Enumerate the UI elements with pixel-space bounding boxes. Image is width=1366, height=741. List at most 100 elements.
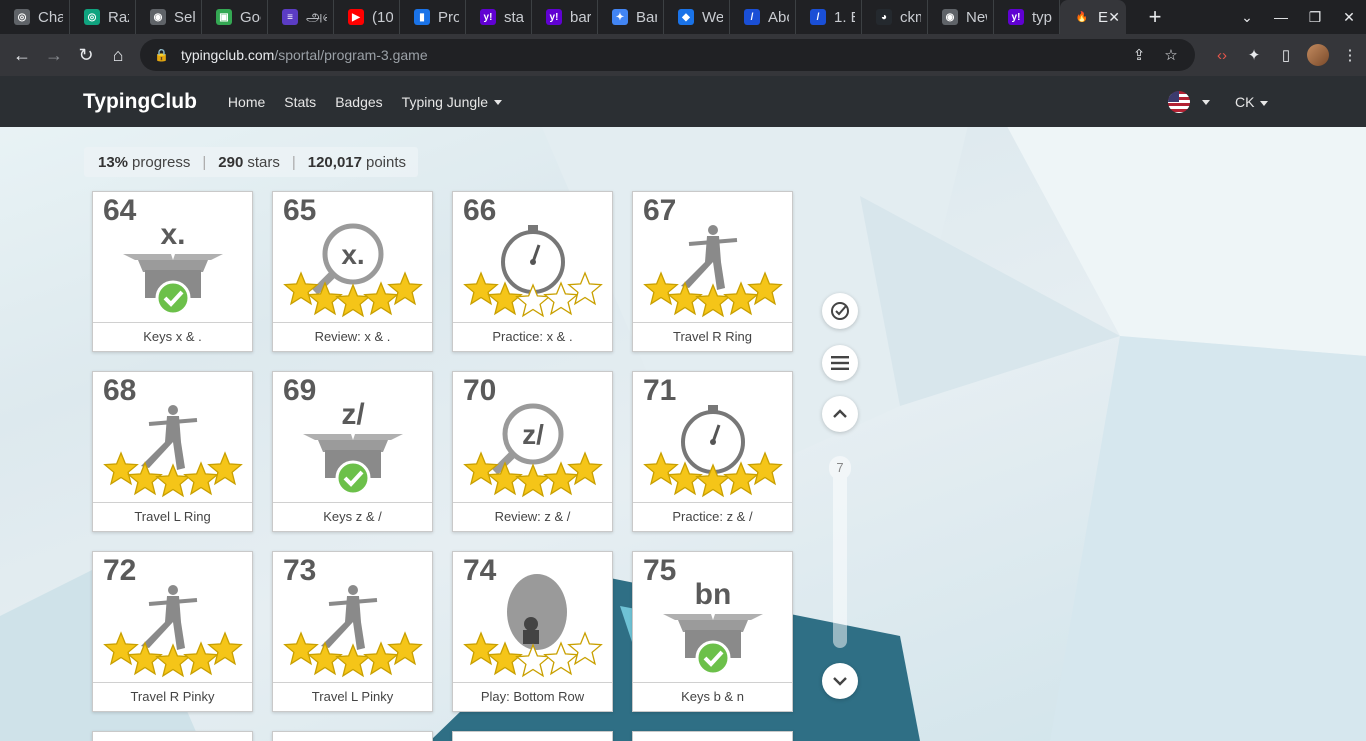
browser-tab[interactable]: ◆ Web xyxy=(664,0,730,34)
browser-tab[interactable]: ▶ (109 xyxy=(334,0,400,34)
tab-favicon-icon: / xyxy=(744,9,760,25)
star-icon xyxy=(207,451,243,486)
lesson-card[interactable]: 72 Travel R Pinky xyxy=(92,551,253,712)
check-progress-button[interactable] xyxy=(822,293,858,329)
address-bar[interactable]: 🔒 typingclub.com/sportal/program-3.game … xyxy=(140,39,1195,71)
home-icon[interactable]: ⌂ xyxy=(102,45,134,66)
lesson-card[interactable]: bn 75 Keys b & n xyxy=(632,551,793,712)
tab-favicon-icon: ◉ xyxy=(942,9,958,25)
lesson-card[interactable]: z/70 Review: z & / xyxy=(452,371,613,532)
lesson-card[interactable]: x. 64 Keys x & . xyxy=(92,191,253,352)
star-icon xyxy=(207,631,243,666)
lesson-card[interactable] xyxy=(272,731,433,741)
lesson-card[interactable]: x. 65 Review: x & . xyxy=(272,191,433,352)
side-panel-icon[interactable]: ▯ xyxy=(1270,46,1302,64)
lesson-illustration xyxy=(103,405,243,498)
browser-menu-icon[interactable]: ⋮ xyxy=(1334,46,1366,64)
nav-typing-jungle[interactable]: Typing Jungle xyxy=(402,94,503,110)
browser-tab[interactable]: y! typi xyxy=(994,0,1060,34)
brand-logo[interactable]: TypingClub xyxy=(83,90,197,114)
star-icon xyxy=(283,631,319,666)
scroll-down-button[interactable] xyxy=(822,663,858,699)
stopwatch-icon xyxy=(681,405,745,474)
close-tab-icon[interactable]: ✕ xyxy=(1108,9,1120,26)
star-icon xyxy=(335,283,371,318)
browser-tab[interactable]: ◕ ckm xyxy=(862,0,928,34)
tab-title: star xyxy=(504,8,525,26)
lesson-illustration: bn xyxy=(663,578,763,676)
lesson-illustration: x. xyxy=(123,218,223,316)
browser-tab[interactable]: ◉ Sele xyxy=(136,0,202,34)
lesson-number: 71 xyxy=(643,374,677,407)
lesson-label: Keys x & . xyxy=(93,322,252,351)
tab-search-icon[interactable]: ⌄ xyxy=(1230,9,1264,26)
browser-tab[interactable]: y! star xyxy=(466,0,532,34)
level-indicator[interactable]: 7 xyxy=(829,456,851,480)
maximize-icon[interactable]: ❐ xyxy=(1298,9,1332,26)
star-icon xyxy=(103,451,139,486)
star-icon xyxy=(567,451,603,486)
star-icon xyxy=(103,631,139,666)
lesson-card[interactable]: 67 Travel R Ring xyxy=(632,191,793,352)
chevron-down-icon xyxy=(494,100,503,106)
lesson-card[interactable]: z/69 Keys z & / xyxy=(272,371,433,532)
lesson-label: Travel R Ring xyxy=(633,322,792,351)
lesson-card[interactable]: 74 Play: Bottom Row xyxy=(452,551,613,712)
lesson-card[interactable]: 68 Travel L Ring xyxy=(92,371,253,532)
new-tab-icon[interactable]: + xyxy=(1140,4,1170,30)
tab-title: E xyxy=(1098,8,1109,26)
tab-title: Razo xyxy=(108,8,129,26)
forward-icon[interactable]: → xyxy=(38,45,70,66)
browser-tab[interactable]: y! bard xyxy=(532,0,598,34)
language-chevron-down-icon[interactable] xyxy=(1202,100,1210,105)
browser-tab[interactable]: ◉ New xyxy=(928,0,994,34)
tab-title: (109 xyxy=(372,8,393,26)
share-icon[interactable]: ⇪ xyxy=(1123,46,1155,64)
browser-tab-active[interactable]: 🔥 E ✕ xyxy=(1060,0,1126,34)
bookmark-star-icon[interactable]: ☆ xyxy=(1155,46,1187,64)
lesson-card[interactable] xyxy=(632,731,793,741)
lesson-card[interactable] xyxy=(92,731,253,741)
browser-tab[interactable]: / 1. B xyxy=(796,0,862,34)
browser-tab[interactable]: / Abo xyxy=(730,0,796,34)
browser-tab[interactable]: ≡ அல xyxy=(268,0,334,34)
minimize-icon[interactable]: — xyxy=(1264,9,1298,25)
lesson-card[interactable] xyxy=(452,731,613,741)
lesson-card[interactable]: 73 Travel L Pinky xyxy=(272,551,433,712)
star-icon xyxy=(283,271,319,306)
tab-favicon-icon: ◆ xyxy=(678,9,694,25)
tab-favicon-icon: y! xyxy=(1008,9,1024,25)
browser-tab[interactable]: ✦ Bard xyxy=(598,0,664,34)
star-icon xyxy=(463,271,499,306)
browser-tab[interactable]: ◎ Cha xyxy=(0,0,70,34)
close-window-icon[interactable]: ✕ xyxy=(1332,9,1366,26)
browser-toolbar: ← → ↻ ⌂ 🔒 typingclub.com/sportal/program… xyxy=(0,34,1366,76)
browser-tab[interactable]: ◎ Razo xyxy=(70,0,136,34)
nav-badges[interactable]: Badges xyxy=(335,94,382,110)
back-icon[interactable]: ← xyxy=(6,45,38,66)
star-icon xyxy=(155,463,191,498)
review-keys-label: z/ xyxy=(522,419,544,450)
nav-stats[interactable]: Stats xyxy=(284,94,316,110)
hot-air-balloon-icon xyxy=(507,574,567,650)
reload-icon[interactable]: ↻ xyxy=(70,45,102,66)
scroll-up-button[interactable] xyxy=(822,396,858,432)
star-icon xyxy=(335,643,371,678)
us-flag-icon[interactable] xyxy=(1168,91,1190,113)
extensions-puzzle-icon[interactable]: ✦ xyxy=(1238,46,1270,64)
lock-icon[interactable]: 🔒 xyxy=(154,48,169,62)
browser-tab[interactable]: ▮ Prod xyxy=(400,0,466,34)
nav-home[interactable]: Home xyxy=(228,94,265,110)
lesson-card[interactable]: 66 Practice: x & . xyxy=(452,191,613,352)
box-keys-label: bn xyxy=(695,578,732,611)
tab-title: typi xyxy=(1032,8,1053,26)
menu-button[interactable] xyxy=(822,345,858,381)
browser-tab[interactable]: ▣ Goo xyxy=(202,0,268,34)
level-scrollbar[interactable] xyxy=(833,458,847,648)
extension-code-icon[interactable]: ‹› xyxy=(1206,47,1238,64)
lesson-illustration: z/ xyxy=(463,403,603,498)
user-menu[interactable]: CK xyxy=(1235,94,1269,110)
lesson-card[interactable]: 71 Practice: z & / xyxy=(632,371,793,532)
tab-title: Sele xyxy=(174,8,195,26)
profile-avatar[interactable] xyxy=(1307,44,1329,66)
